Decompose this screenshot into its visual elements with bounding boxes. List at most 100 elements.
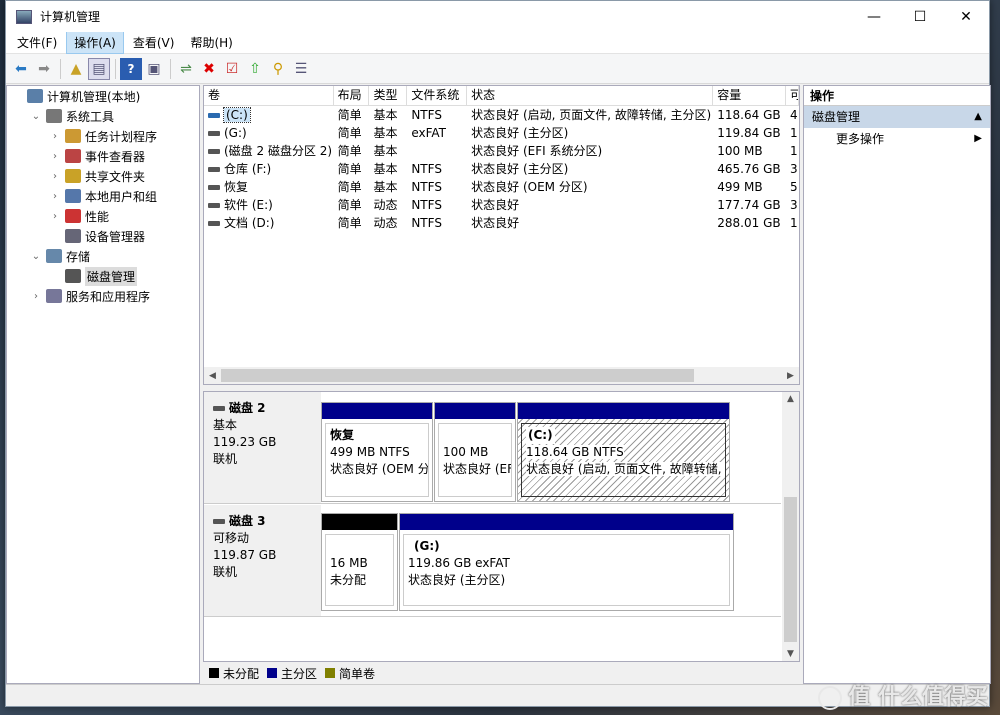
close-button[interactable]: ✕ bbox=[943, 1, 989, 32]
volume-cell: (磁盘 2 磁盘分区 2) bbox=[204, 142, 334, 160]
horizontal-scrollbar[interactable]: ◀ ▶ bbox=[204, 367, 799, 384]
scroll-down-icon[interactable]: ▼ bbox=[782, 649, 799, 659]
scroll-up-icon[interactable]: ▲ bbox=[782, 394, 799, 404]
volume-list-header: 卷布局类型文件系统状态容量可 bbox=[204, 86, 799, 106]
import-icon[interactable]: ⇧ bbox=[244, 58, 266, 80]
disk-3-label[interactable]: 磁盘 3 可移动 119.87 GB 联机 bbox=[204, 505, 321, 616]
volume-row[interactable]: 软件 (E:) 简单 动态 NTFS 状态良好 177.74 GB 3 bbox=[204, 196, 799, 214]
scroll-right-icon[interactable]: ▶ bbox=[782, 371, 799, 381]
partition-unallocated[interactable]: 16 MB 未分配 bbox=[321, 513, 398, 611]
menu-view[interactable]: 查看(V) bbox=[126, 32, 182, 53]
collapse-arrow-icon[interactable]: › bbox=[49, 211, 61, 222]
volume-cell: 465.76 GB bbox=[717, 162, 781, 176]
column-header[interactable]: 可 bbox=[786, 86, 799, 105]
collapse-arrow-icon[interactable]: › bbox=[49, 191, 61, 202]
volume-row[interactable]: 文档 (D:) 简单 动态 NTFS 状态良好 288.01 GB 1 bbox=[204, 214, 799, 232]
vertical-scrollbar[interactable]: ▲ ▼ bbox=[782, 392, 799, 661]
menu-bar: 文件(F) 操作(A) 查看(V) 帮助(H) bbox=[6, 31, 989, 54]
share-icon bbox=[65, 169, 81, 183]
column-header[interactable]: 布局 bbox=[334, 86, 370, 105]
submenu-arrow-icon: ▶ bbox=[974, 133, 982, 144]
checklist-icon[interactable]: ☑ bbox=[221, 58, 243, 80]
column-header[interactable]: 文件系统 bbox=[407, 86, 468, 105]
tree-item[interactable]: 设备管理器 bbox=[7, 226, 199, 246]
collapse-arrow-icon[interactable]: › bbox=[49, 131, 61, 142]
volume-cell: 基本 bbox=[373, 144, 398, 158]
volume-cell: 3 bbox=[790, 198, 798, 212]
disk-3-name: 磁盘 3 bbox=[229, 514, 266, 528]
volume-cell: 状态良好 (启动, 页面文件, 故障转储, 主分区) bbox=[471, 108, 712, 122]
partition-g[interactable]: (G:) 119.86 GB exFAT 状态良好 (主分区) bbox=[399, 513, 734, 611]
delete-icon[interactable]: ✖ bbox=[198, 58, 220, 80]
back-icon[interactable]: ⬅ bbox=[10, 58, 32, 80]
collapse-arrow-icon[interactable]: › bbox=[49, 171, 61, 182]
tree-item[interactable]: ⌄ 存储 bbox=[7, 246, 199, 266]
column-header[interactable]: 类型 bbox=[369, 86, 408, 105]
disk-graphical-view: 磁盘 2 基本 119.23 GB 联机 恢复 499 MB NTFS 状态良好… bbox=[203, 391, 800, 662]
volume-row[interactable]: (C:) 简单 基本 NTFS 状态良好 (启动, 页面文件, 故障转储, 主分区) 11… bbox=[204, 106, 799, 124]
window-title: 计算机管理 bbox=[40, 10, 101, 24]
tree-item[interactable]: 磁盘管理 bbox=[7, 266, 199, 286]
scroll-left-icon[interactable]: ◀ bbox=[204, 371, 221, 381]
volume-cell: (C:) bbox=[204, 106, 334, 124]
column-header[interactable]: 容量 bbox=[713, 86, 787, 105]
tree-item[interactable]: › 共享文件夹 bbox=[7, 166, 199, 186]
tree-item[interactable]: › 本地用户和组 bbox=[7, 186, 199, 206]
event-icon bbox=[65, 149, 81, 163]
connect-icon[interactable]: ⇌ bbox=[175, 58, 197, 80]
volume-row[interactable]: 恢复 简单 基本 NTFS 状态良好 (OEM 分区) 499 MB 5 bbox=[204, 178, 799, 196]
computer-management-icon bbox=[16, 9, 32, 24]
more-actions-item[interactable]: 更多操作 ▶ bbox=[804, 128, 990, 150]
vertical-scroll-thumb[interactable] bbox=[784, 497, 797, 642]
actions-section-disk-management[interactable]: 磁盘管理 ▲ bbox=[804, 106, 990, 128]
menu-help[interactable]: 帮助(H) bbox=[183, 32, 239, 53]
volume-cell bbox=[407, 142, 467, 160]
properties-icon[interactable]: ▣ bbox=[143, 58, 165, 80]
volume-row[interactable]: (磁盘 2 磁盘分区 2) 简单 基本 状态良好 (EFI 系统分区) 100 MB 1 bbox=[204, 142, 799, 160]
search-icon[interactable]: ⚲ bbox=[267, 58, 289, 80]
collapse-arrow-icon[interactable]: › bbox=[49, 151, 61, 162]
tree-item[interactable]: 计算机管理(本地) bbox=[7, 86, 199, 106]
volume-icon bbox=[208, 221, 220, 226]
help-icon[interactable]: ? bbox=[120, 57, 142, 80]
volume-icon bbox=[208, 113, 220, 118]
partition-status: 状态良好 (OEM 分 bbox=[330, 462, 429, 476]
expand-arrow-icon[interactable]: ⌄ bbox=[30, 111, 42, 122]
collapse-icon[interactable]: ▲ bbox=[974, 106, 982, 128]
minimize-button[interactable]: — bbox=[851, 1, 897, 32]
volume-cell: 基本 bbox=[373, 162, 398, 176]
up-folder-icon[interactable]: ▲ bbox=[65, 58, 87, 80]
disk-2-label[interactable]: 磁盘 2 基本 119.23 GB 联机 bbox=[204, 392, 321, 503]
menu-file[interactable]: 文件(F) bbox=[10, 32, 64, 53]
tree-item[interactable]: ⌄ 系统工具 bbox=[7, 106, 199, 126]
partition-status: 未分配 bbox=[330, 573, 367, 587]
partition-efi[interactable]: 100 MB 状态良好 (EF bbox=[434, 402, 516, 502]
volume-row[interactable]: 仓库 (F:) 简单 基本 NTFS 状态良好 (主分区) 465.76 GB 3 bbox=[204, 160, 799, 178]
column-header[interactable]: 卷 bbox=[204, 86, 334, 105]
disk-3-type: 可移动 bbox=[213, 531, 250, 545]
partition-recovery[interactable]: 恢复 499 MB NTFS 状态良好 (OEM 分 bbox=[321, 402, 433, 502]
menu-action[interactable]: 操作(A) bbox=[66, 31, 124, 54]
show-tree-icon[interactable]: ▤ bbox=[88, 57, 110, 80]
volume-cell: 5 bbox=[790, 180, 798, 194]
tree-item[interactable]: › 任务计划程序 bbox=[7, 126, 199, 146]
expand-arrow-icon[interactable]: ⌄ bbox=[30, 251, 42, 262]
maximize-button[interactable]: ☐ bbox=[897, 1, 943, 32]
more-actions-label: 更多操作 bbox=[836, 132, 885, 146]
volume-cell: 1 bbox=[790, 126, 798, 140]
forward-icon[interactable]: ➡ bbox=[33, 58, 55, 80]
partition-c[interactable]: (C:) 118.64 GB NTFS 状态良好 (启动, 页面文件, 故障转储… bbox=[517, 402, 730, 502]
volume-icon bbox=[208, 185, 220, 190]
horizontal-scroll-thumb[interactable] bbox=[221, 369, 694, 382]
export-icon[interactable]: ☰ bbox=[290, 58, 312, 80]
partition-status: 状态良好 (EF bbox=[443, 462, 512, 476]
collapse-arrow-icon[interactable]: › bbox=[30, 291, 42, 302]
tree-item[interactable]: › 服务和应用程序 bbox=[7, 286, 199, 306]
volume-cell: exFAT bbox=[411, 126, 447, 140]
tree-item-label: 服务和应用程序 bbox=[66, 289, 151, 304]
tree-item[interactable]: › 性能 bbox=[7, 206, 199, 226]
volume-cell: 1 bbox=[790, 216, 798, 230]
tree-item[interactable]: › 事件查看器 bbox=[7, 146, 199, 166]
volume-row[interactable]: (G:) 简单 基本 exFAT 状态良好 (主分区) 119.84 GB 1 bbox=[204, 124, 799, 142]
column-header[interactable]: 状态 bbox=[467, 86, 714, 105]
